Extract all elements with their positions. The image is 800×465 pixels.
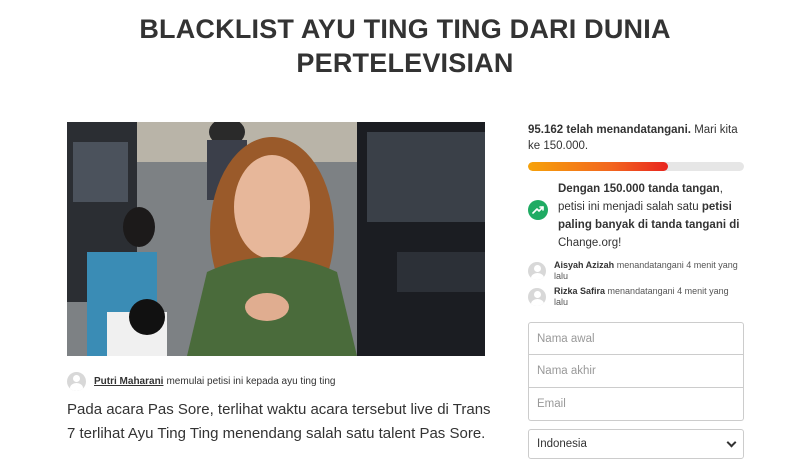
milestone-text: Dengan 150.000 tanda tangan, petisi ini … [558,180,744,252]
milestone-text-3: ! [618,237,622,249]
recent-signer: Aisyah Azizah menandatangani 4 menit yan… [528,260,744,282]
signer-text: Rizka Safira menandatangani 4 menit yang… [554,286,744,308]
country-value: Indonesia [537,438,587,450]
petition-photo [67,122,485,356]
starter-name-link[interactable]: Putri Maharani [94,376,163,387]
milestone-text-2: Change.org [558,237,619,249]
signer-name: Rizka Safira [554,286,606,296]
petition-starter: Putri Maharani memulai petisi ini kepada … [67,371,335,391]
signer-avatar [528,288,546,306]
signature-sidebar: 95.162 telah menandatangani. Mari kita k… [528,122,744,465]
starter-avatar [67,371,86,391]
signer-name: Aisyah Azizah [554,260,615,270]
milestone-message: Dengan 150.000 tanda tangan, petisi ini … [528,180,744,252]
first-name-input[interactable] [528,322,744,355]
starter-text: memulai petisi ini kepada ayu ting ting [166,375,336,387]
recent-signer: Rizka Safira menandatangani 4 menit yang… [528,286,744,308]
country-select[interactable]: Indonesia [528,429,744,459]
signature-count: 95.162 telah menandatangani. Mari kita k… [528,122,744,154]
chevron-down-icon [726,437,737,447]
milestone-bold-1: Dengan 150.000 tanda tangan [558,183,720,195]
email-input[interactable] [528,388,744,421]
petition-description: Pada acara Pas Sore, terlihat waktu acar… [67,401,491,442]
signature-progress-bar [528,162,744,171]
petition-image [67,122,485,356]
last-name-input[interactable] [528,355,744,388]
petition-title: BLACKLIST AYU TING TING DARI DUNIA PERTE… [139,14,671,78]
signer-text: Aisyah Azizah menandatangani 4 menit yan… [554,260,744,282]
signer-avatar [528,262,546,280]
trending-up-icon [528,200,548,220]
signed-count: 95.162 telah menandatangani. [528,124,691,136]
signature-progress-fill [528,162,669,171]
